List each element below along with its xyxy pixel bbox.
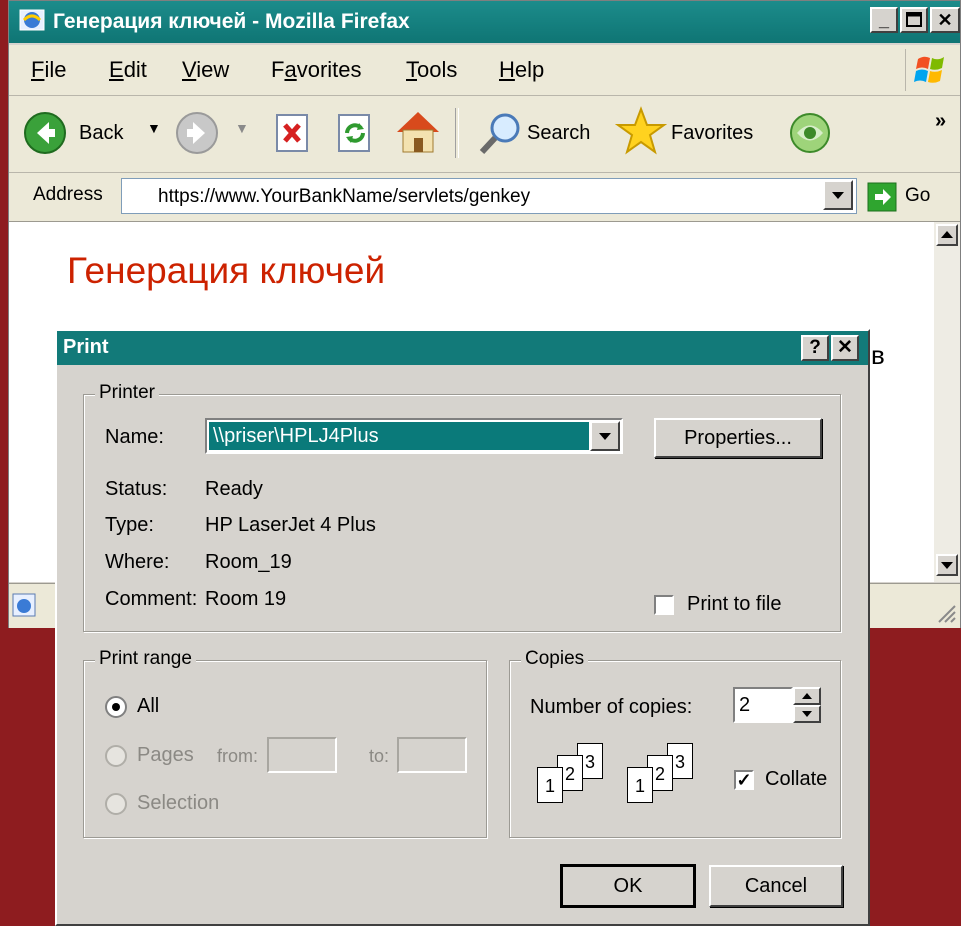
menu-view[interactable]: View [182,57,229,83]
copies-stepper[interactable] [793,687,821,723]
range-selection-label[interactable]: Selection [137,792,219,815]
print-dialog: Print ? ✕ Printer Name: \\priser\HPLJ4Pl… [55,329,870,926]
collate-checkbox[interactable]: ✓ [734,770,754,790]
ok-button[interactable]: OK [560,864,696,908]
chevron-down-icon [832,192,844,199]
close-window-button[interactable]: ✕ [930,7,960,33]
minimize-button[interactable]: _ [870,7,898,33]
favorites-star-icon[interactable] [615,106,667,158]
comment-label: Comment: [105,588,198,610]
page-1-icon: 1 [627,767,653,803]
spin-down-icon [802,711,812,717]
copies-legend: Copies [521,648,589,670]
back-label[interactable]: Back [79,122,123,145]
page-status-icon [12,593,36,617]
range-to-label: to: [369,746,390,766]
refresh-icon[interactable] [335,113,375,153]
dialog-title: Print [63,336,109,358]
page-heading: Генерация ключей [67,250,386,291]
address-label: Address [33,184,103,205]
maximize-icon [906,12,922,27]
resize-grip-icon[interactable] [935,598,957,624]
menu-help[interactable]: Help [499,57,544,83]
printer-name-select[interactable]: \\priser\HPLJ4Plus [205,418,623,454]
printer-dropdown-button[interactable] [590,421,620,451]
scroll-up-button[interactable] [936,224,958,246]
spin-up-icon [802,693,812,699]
menu-file[interactable]: File [31,57,66,83]
windows-logo [905,49,958,91]
scroll-up-icon [941,231,953,238]
forward-arrow-icon[interactable] [175,111,219,155]
type-label: Type: [105,514,154,536]
maximize-button[interactable] [900,7,928,33]
dialog-close-button[interactable]: ✕ [831,335,859,361]
status-value: Ready [205,478,263,500]
navigation-toolbar: Back ▼ ▼ Search Favorites » [9,96,960,173]
print-range-legend: Print range [95,648,196,670]
chevron-down-icon [599,433,611,440]
collate-label[interactable]: Collate [765,768,827,791]
print-to-file-label[interactable]: Print to file [687,593,781,616]
menu-edit[interactable]: Edit [109,57,147,83]
media-icon[interactable] [787,110,833,156]
copies-decrement-button[interactable] [793,705,821,723]
go-label[interactable]: Go [905,185,930,207]
name-label: Name: [105,426,164,448]
home-icon[interactable] [393,108,443,156]
printer-legend: Printer [95,382,159,404]
range-all-label[interactable]: All [137,695,159,718]
menu-bar: File Edit View Favorites Tools Help [9,45,960,96]
comment-value: Room 19 [205,588,287,610]
range-pages-radio[interactable] [105,745,127,767]
range-from-label: from: [217,746,259,766]
help-button[interactable]: ? [801,335,829,361]
search-label[interactable]: Search [527,122,590,145]
copies-input[interactable]: 2 [733,687,793,723]
printer-name-value[interactable]: \\priser\HPLJ4Plus [209,422,589,450]
range-from-input[interactable] [267,737,337,773]
dialog-title-bar[interactable]: Print ? ✕ [57,331,868,365]
address-dropdown-button[interactable] [823,180,853,210]
cancel-button[interactable]: Cancel [709,865,843,907]
favorites-label[interactable]: Favorites [671,122,753,145]
print-to-file-checkbox[interactable] [654,595,674,615]
page-text-fragment: в [871,340,885,370]
browser-title: Генерация ключей - Mozilla Firefax [53,10,410,33]
search-icon[interactable] [477,110,525,156]
collate-pages-icon: 3 2 1 [625,743,725,823]
back-arrow-icon[interactable] [23,111,67,155]
stop-icon[interactable] [273,113,313,153]
toolbar-overflow-chevron-icon[interactable]: » [935,110,946,133]
address-bar: Address https://www.YourBankName/servlet… [9,173,960,222]
vertical-scrollbar[interactable] [934,222,960,582]
status-label: Status: [105,478,168,500]
range-selection-radio[interactable] [105,793,127,815]
collate-pages-icon: 3 2 1 [535,743,635,823]
where-label: Where: [105,551,170,573]
range-pages-label[interactable]: Pages [137,744,194,767]
go-arrow-icon[interactable] [867,182,897,212]
type-value: HP LaserJet 4 Plus [205,514,376,536]
copies-increment-button[interactable] [793,687,821,705]
properties-button[interactable]: Properties... [654,418,822,458]
forward-dropdown-icon[interactable]: ▼ [235,120,249,136]
browser-title-bar[interactable]: Генерация ключей - Mozilla Firefax _ ✕ [9,1,960,43]
scroll-down-icon [941,562,953,569]
back-dropdown-icon[interactable]: ▼ [147,120,161,136]
toolbar-separator [455,108,459,158]
range-to-input[interactable] [397,737,467,773]
address-input[interactable]: https://www.YourBankName/servlets/genkey [121,178,857,214]
range-all-radio[interactable] [105,696,127,718]
menu-tools[interactable]: Tools [406,57,457,83]
scroll-down-button[interactable] [936,554,958,576]
menu-favorites[interactable]: Favorites [271,57,362,83]
page-1-icon: 1 [537,767,563,803]
address-url[interactable]: https://www.YourBankName/servlets/genkey [158,186,530,208]
number-of-copies-label: Number of copies: [530,696,693,718]
windows-flag-icon [914,56,944,83]
browser-app-icon [19,9,45,31]
where-value: Room_19 [205,551,292,573]
